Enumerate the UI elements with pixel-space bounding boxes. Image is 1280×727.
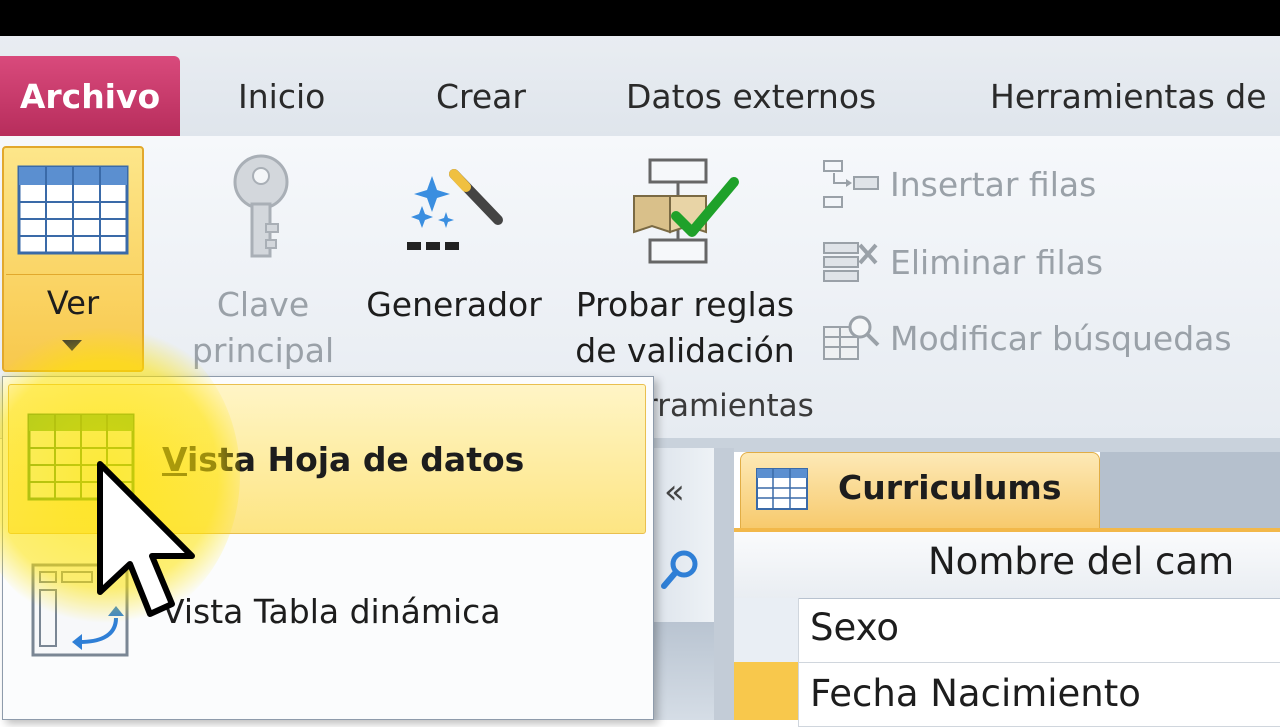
primary-key-label-line1: Clave [216, 285, 310, 324]
ribbon-group-label: rramientas [645, 388, 814, 424]
collapse-nav-pane-button[interactable]: « [664, 472, 685, 512]
search-icon[interactable] [658, 548, 702, 592]
key-icon [233, 154, 289, 258]
mouse-pointer-icon [97, 461, 195, 617]
modify-lookups-icon [823, 315, 880, 360]
view-button[interactable]: Ver [2, 146, 144, 372]
builder-button[interactable]: Generador [356, 282, 552, 328]
test-validation-rules-button[interactable]: Probar reglas de validación [560, 282, 810, 374]
screen-top-bar [0, 0, 1280, 36]
view-label: Ver [46, 284, 100, 322]
column-header-field-name[interactable]: Nombre del cam [928, 540, 1234, 583]
primary-key-button[interactable]: Clave principal [180, 282, 346, 374]
navigation-pane-splitter[interactable] [714, 448, 734, 720]
field-name-cell[interactable]: Sexo [810, 606, 899, 649]
table-icon [756, 468, 808, 510]
test-rules-label-line2: de validación [575, 331, 795, 370]
tab-database-tools[interactable]: Herramientas de [990, 56, 1267, 136]
field-name-cell[interactable]: Fecha Nacimiento [810, 672, 1141, 715]
document-tab-bar [1100, 452, 1280, 530]
builder-wand-icon [407, 169, 503, 250]
split-divider [6, 274, 142, 275]
document-tab-label: Curriculums [838, 468, 1062, 507]
navigation-pane-group-header[interactable] [652, 622, 714, 720]
modify-lookups-label: Modificar búsquedas [890, 318, 1232, 358]
table-view-icon [17, 165, 129, 255]
insert-rows-icon [823, 160, 879, 208]
tab-file[interactable]: Archivo [0, 56, 180, 136]
modify-lookups-button[interactable]: Modificar búsquedas [820, 308, 1232, 368]
insert-rows-label: Insertar filas [890, 164, 1097, 204]
menu-item-datasheet-label: Vista Hoja de datos [162, 440, 524, 479]
row-selector-current[interactable] [734, 662, 799, 720]
delete-rows-icon [823, 242, 878, 282]
builder-label: Generador [366, 285, 542, 324]
tab-external-data[interactable]: Datos externos [626, 56, 876, 136]
delete-rows-button[interactable]: Eliminar filas [820, 232, 1103, 292]
insert-rows-button[interactable]: Insertar filas [820, 154, 1096, 214]
tab-create[interactable]: Crear [436, 56, 526, 136]
delete-rows-label: Eliminar filas [890, 242, 1104, 282]
test-validation-icon [633, 158, 739, 264]
dropdown-arrow-icon[interactable] [62, 340, 82, 351]
menu-item-pivot-table-label: Vista Tabla dinámica [162, 592, 501, 631]
test-rules-label-line1: Probar reglas [575, 285, 795, 324]
row-selector[interactable] [734, 598, 799, 662]
menu-item-text: ista Hoja de datos [186, 440, 525, 479]
tab-home[interactable]: Inicio [238, 56, 325, 136]
primary-key-label-line2: principal [191, 331, 335, 370]
